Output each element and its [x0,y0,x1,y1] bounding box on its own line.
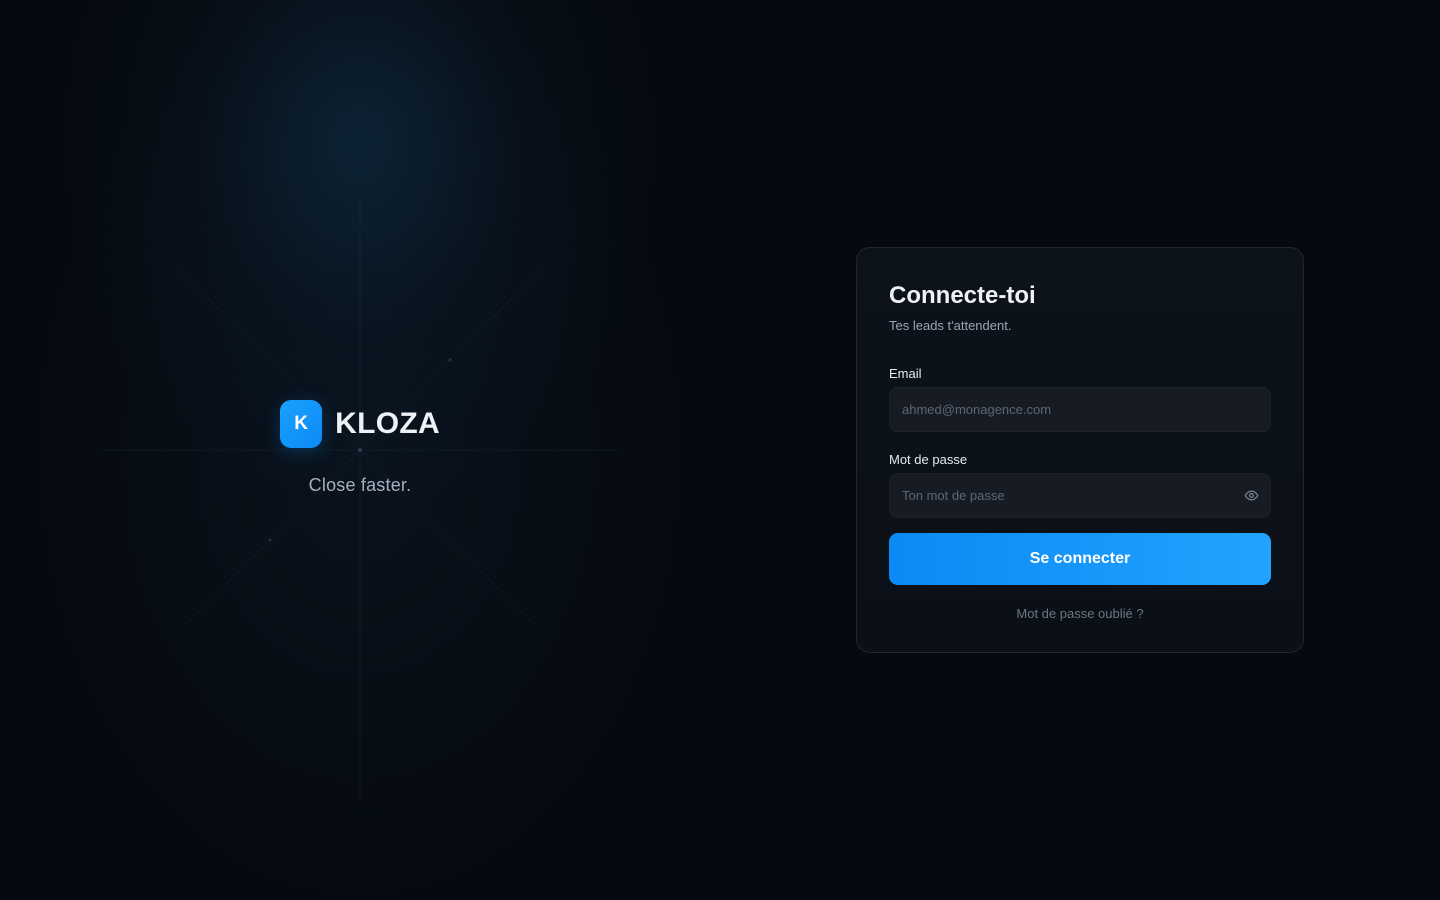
brand-name: KLOZA [335,407,440,440]
login-subtitle: Tes leads t'attendent. [889,318,1012,333]
login-title: Connecte-toi [889,282,1036,309]
background-pattern [100,200,620,800]
password-input[interactable] [889,473,1271,518]
logo-icon: K [280,400,323,448]
password-field-wrapper [889,473,1271,518]
eye-icon[interactable] [1243,488,1259,504]
email-input[interactable] [889,387,1271,432]
brand: K KLOZA Close faster. [280,400,440,495]
brand-header: K KLOZA [280,400,440,448]
login-card: Connecte-toi Tes leads t'attendent. Emai… [856,247,1304,653]
email-field-wrapper [889,387,1271,432]
brand-tagline: Close faster. [308,475,412,495]
login-button[interactable]: Se connecter [889,533,1271,585]
password-label: Mot de passe [889,452,968,467]
email-label: Email [889,366,922,381]
forgot-password-link[interactable]: Mot de passe oublié ? [889,606,1271,621]
